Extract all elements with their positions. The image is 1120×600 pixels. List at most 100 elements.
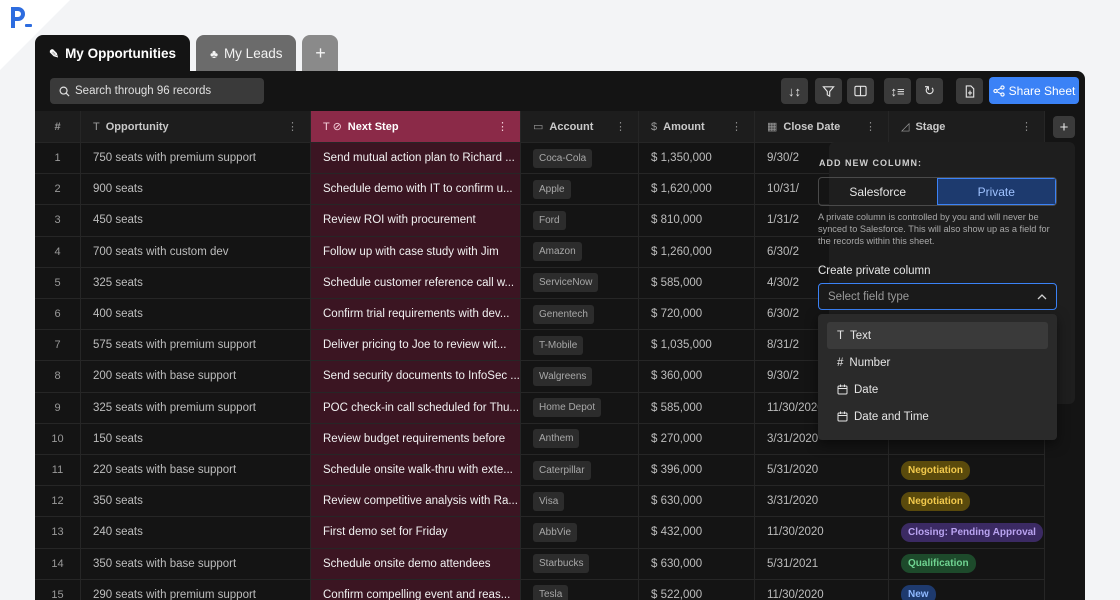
opportunity-cell[interactable]: 575 seats with premium support [81,330,311,361]
stage-cell[interactable]: Closing: Pending Approval [889,517,1045,548]
account-cell[interactable]: Anthem [521,423,639,454]
amount-cell[interactable]: $ 1,260,000 [639,236,755,267]
next-step-cell[interactable]: Follow up with case study with Jim [311,236,521,267]
next-step-cell[interactable]: Schedule onsite walk-thru with exte... [311,455,521,486]
account-cell[interactable]: Starbucks [521,548,639,579]
table-row[interactable]: 12 350 seats Review competitive analysis w… [35,485,1045,517]
amount-cell[interactable]: $ 630,000 [639,486,755,517]
row-index-cell[interactable]: 5 [35,267,81,298]
opportunity-cell[interactable]: 150 seats [81,423,311,454]
add-column-button[interactable]: + [1053,116,1075,138]
opportunity-cell[interactable]: 220 seats with base support [81,455,311,486]
opportunity-cell[interactable]: 200 seats with base support [81,361,311,392]
column-header-stage[interactable]: ◿ Stage ⋮ [889,111,1045,142]
column-header-account[interactable]: ▭ Account ⋮ [521,111,639,142]
row-index-cell[interactable]: 11 [35,455,81,486]
next-step-cell[interactable]: Send security documents to InfoSec ... [311,361,521,392]
field-type-number[interactable]: # Number [827,349,1048,376]
amount-cell[interactable]: $ 585,000 [639,267,755,298]
account-badge[interactable]: Ford [533,210,566,230]
opportunity-cell[interactable]: 350 seats [81,486,311,517]
stage-cell[interactable]: New [889,579,1045,600]
amount-cell[interactable]: $ 432,000 [639,517,755,548]
option-private[interactable]: Private [936,178,1056,205]
account-cell[interactable]: AbbVie [521,517,639,548]
row-index-cell[interactable]: 3 [35,205,81,236]
export-button[interactable] [956,78,983,104]
field-type-select[interactable]: Select field type [818,283,1057,310]
row-index-cell[interactable]: 6 [35,299,81,330]
account-badge[interactable]: Apple [533,179,571,199]
column-header-opportunity[interactable]: T Opportunity ⋮ [81,111,311,142]
account-cell[interactable]: Ford [521,205,639,236]
account-badge[interactable]: Home Depot [533,398,602,418]
stage-cell[interactable]: Qualification [889,548,1045,579]
account-badge[interactable]: Starbucks [533,554,590,574]
row-index-cell[interactable]: 8 [35,361,81,392]
account-cell[interactable]: Home Depot [521,392,639,423]
amount-cell[interactable]: $ 585,000 [639,392,755,423]
account-badge[interactable]: Walgreens [533,366,593,386]
opportunity-cell[interactable]: 350 seats with base support [81,548,311,579]
account-badge[interactable]: ServiceNow [533,273,599,293]
account-cell[interactable]: ServiceNow [521,267,639,298]
next-step-cell[interactable]: Schedule customer reference call w... [311,267,521,298]
opportunity-cell[interactable]: 325 seats [81,267,311,298]
next-step-cell[interactable]: Schedule demo with IT to confirm u... [311,174,521,205]
account-cell[interactable]: Visa [521,486,639,517]
row-index-cell[interactable]: 14 [35,548,81,579]
amount-cell[interactable]: $ 1,035,000 [639,330,755,361]
next-step-cell[interactable]: Confirm trial requirements with dev... [311,299,521,330]
table-row[interactable]: 13 240 seats First demo set for Friday AbbV… [35,516,1045,548]
row-index-cell[interactable]: 1 [35,143,81,174]
table-row[interactable]: 15 290 seats with premium support Confirm … [35,578,1045,600]
amount-cell[interactable]: $ 396,000 [639,455,755,486]
search-input[interactable]: Search through 96 records [50,78,264,104]
column-menu-icon[interactable]: ⋮ [287,120,298,133]
refresh-button[interactable]: ↻ [916,78,943,104]
columns-button[interactable] [847,78,874,104]
next-step-cell[interactable]: Send mutual action plan to Richard ... [311,143,521,174]
field-type-date[interactable]: Date [827,376,1048,403]
close-date-cell[interactable]: 5/31/2020 [755,455,889,486]
account-badge[interactable]: Visa [533,491,565,511]
column-menu-icon[interactable]: ⋮ [1021,120,1032,133]
close-date-cell[interactable]: 3/31/2020 [755,486,889,517]
field-type-text[interactable]: T Text [827,322,1048,349]
account-badge[interactable]: Tesla [533,585,569,600]
row-index-cell[interactable]: 13 [35,517,81,548]
next-step-cell[interactable]: Review competitive analysis with Ra... [311,486,521,517]
column-menu-icon[interactable]: ⋮ [615,120,626,133]
opportunity-cell[interactable]: 240 seats [81,517,311,548]
next-step-cell[interactable]: Confirm compelling event and reas... [311,579,521,600]
account-badge[interactable]: Caterpillar [533,460,591,480]
column-menu-icon[interactable]: ⋮ [731,120,742,133]
close-date-cell[interactable]: 11/30/2020 [755,579,889,600]
share-sheet-button[interactable]: Share Sheet [989,77,1079,104]
column-header-amount[interactable]: $ Amount ⋮ [639,111,755,142]
tab-my-opportunities[interactable]: ✎ My Opportunities [35,35,191,72]
amount-cell[interactable]: $ 720,000 [639,299,755,330]
account-badge[interactable]: Amazon [533,242,582,262]
account-cell[interactable]: Walgreens [521,361,639,392]
account-badge[interactable]: Genentech [533,304,594,324]
field-type-date-time[interactable]: Date and Time [827,403,1048,430]
sort-button[interactable]: ↓↕ [781,78,808,104]
row-index-cell[interactable]: 15 [35,579,81,600]
next-step-cell[interactable]: Schedule onsite demo attendees [311,548,521,579]
row-index-cell[interactable]: 2 [35,174,81,205]
row-index-cell[interactable]: 12 [35,486,81,517]
tab-my-leads[interactable]: ♣ My Leads [196,35,297,72]
amount-cell[interactable]: $ 360,000 [639,361,755,392]
account-cell[interactable]: T-Mobile [521,330,639,361]
account-badge[interactable]: Coca-Cola [533,148,593,168]
opportunity-cell[interactable]: 400 seats [81,299,311,330]
row-index-cell[interactable]: 4 [35,236,81,267]
next-step-cell[interactable]: Deliver pricing to Joe to review wit... [311,330,521,361]
opportunity-cell[interactable]: 450 seats [81,205,311,236]
next-step-cell[interactable]: Review budget requirements before [311,423,521,454]
stage-cell[interactable]: Negotiation [889,455,1045,486]
account-cell[interactable]: Apple [521,174,639,205]
amount-cell[interactable]: $ 810,000 [639,205,755,236]
amount-cell[interactable]: $ 270,000 [639,423,755,454]
